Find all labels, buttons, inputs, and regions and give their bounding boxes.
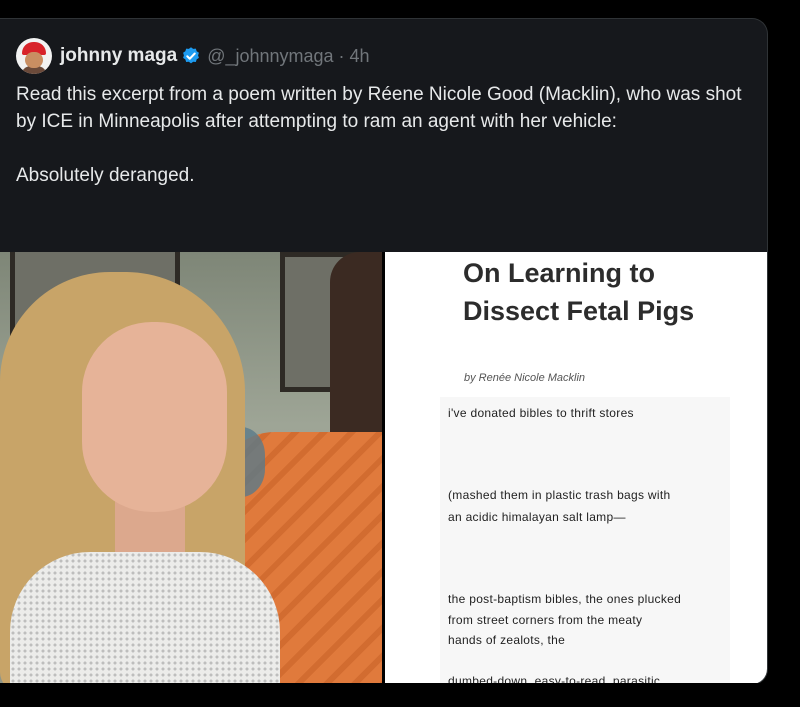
tweet-card[interactable]: johnny maga @_johnnymaga · 4h Read this …	[0, 18, 768, 685]
poem-title: On Learning to Dissect Fetal Pigs	[463, 258, 695, 326]
tweet-header: johnny maga @_johnnymaga · 4h	[16, 38, 370, 74]
tweet-text: Read this excerpt from a poem written by…	[16, 81, 756, 189]
photo-woman[interactable]	[0, 252, 382, 684]
poem-byline: by Renée Nicole Macklin	[464, 372, 586, 384]
poem-line: hands of zealots, the	[448, 633, 566, 647]
poem-line: (mashed them in plastic trash bags with	[448, 488, 671, 502]
timeline-separator	[0, 683, 800, 707]
poem-line: an acidic himalayan salt lamp—	[448, 510, 626, 524]
handle-and-time[interactable]: @_johnnymaga · 4h	[207, 46, 369, 67]
poem-line: from street corners from the meaty	[448, 613, 643, 627]
tweet-text-line: Absolutely deranged.	[16, 165, 195, 186]
poem-line: the post-baptism bibles, the ones plucke…	[448, 592, 682, 606]
tweet-media[interactable]: On Learning to Dissect Fetal Pigs by Ren…	[0, 252, 767, 684]
avatar[interactable]	[16, 38, 52, 74]
verified-badge-icon	[183, 47, 200, 64]
poem-line: i've donated bibles to thrift stores	[448, 406, 634, 420]
poem-screenshot[interactable]: On Learning to Dissect Fetal Pigs by Ren…	[385, 252, 767, 684]
tweet-text-line: Read this excerpt from a poem written by…	[16, 84, 742, 132]
author-name[interactable]: johnny maga	[60, 45, 177, 67]
